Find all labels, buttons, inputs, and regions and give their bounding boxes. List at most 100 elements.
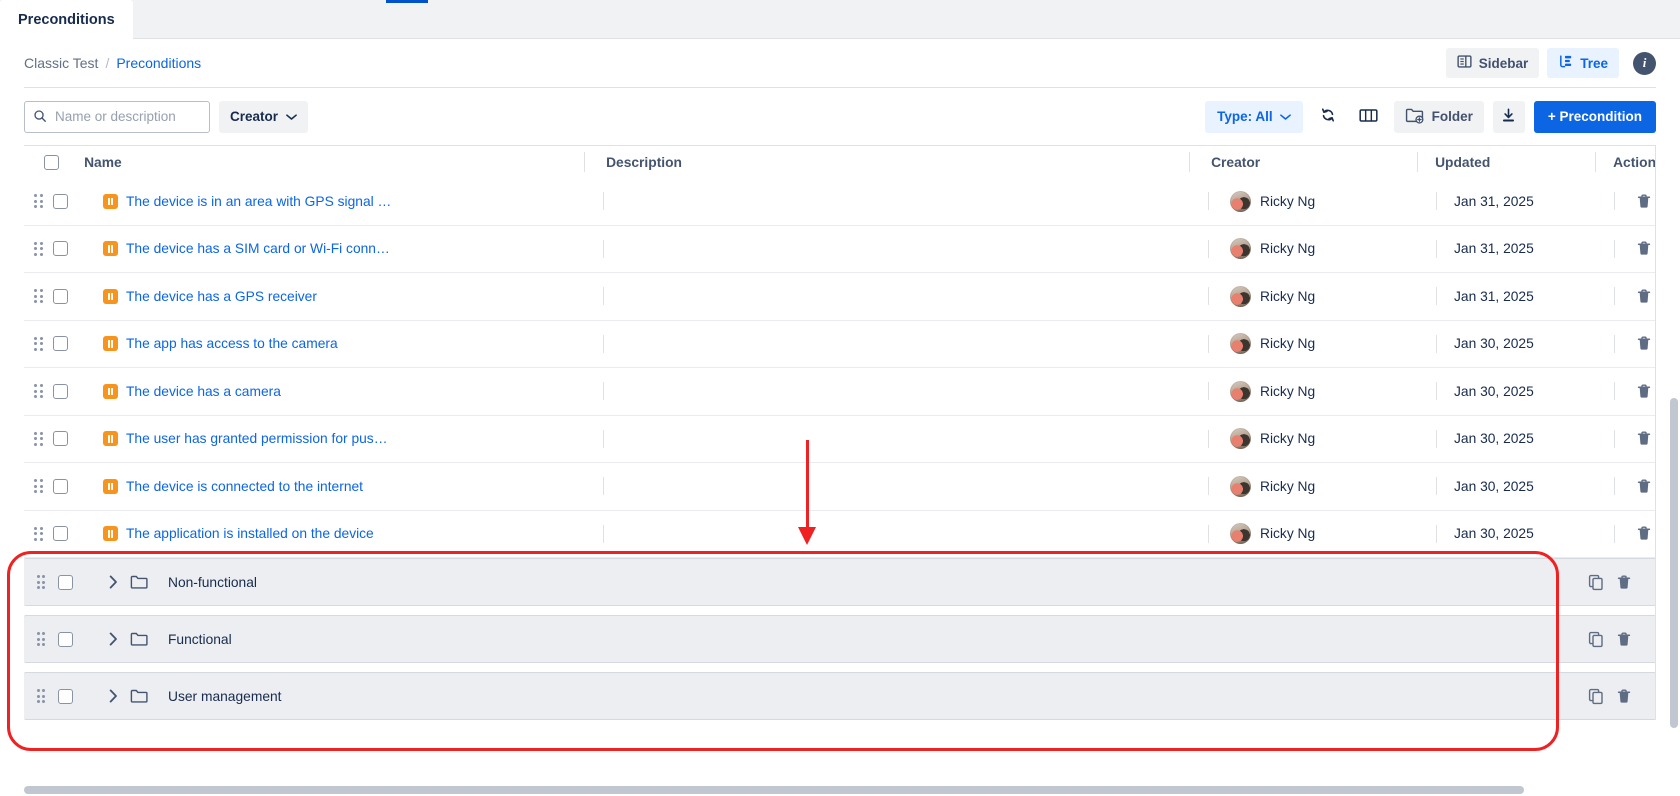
- folder-actions: [1588, 574, 1656, 591]
- copy-icon[interactable]: [1588, 688, 1604, 705]
- trash-icon[interactable]: [1632, 522, 1656, 546]
- header-updated[interactable]: Updated: [1417, 155, 1595, 170]
- drag-dots-icon[interactable]: [34, 337, 43, 351]
- breadcrumb-current[interactable]: Preconditions: [116, 55, 201, 71]
- refresh-icon: [1319, 106, 1337, 127]
- row-checkbox[interactable]: [53, 241, 68, 256]
- folder-drag-handle[interactable]: [24, 632, 58, 646]
- trash-icon[interactable]: [1632, 284, 1656, 308]
- folder-checkbox[interactable]: [58, 632, 73, 647]
- copy-icon[interactable]: [1588, 631, 1604, 648]
- folder-drag-handle[interactable]: [24, 575, 58, 589]
- drag-dots-icon[interactable]: [34, 479, 43, 493]
- row-drag-handle[interactable]: [24, 289, 53, 303]
- trash-icon[interactable]: [1632, 427, 1656, 451]
- precondition-manual-icon: [103, 289, 118, 304]
- precondition-name-link[interactable]: The user has granted permission for pus…: [126, 431, 388, 446]
- avatar: [1230, 191, 1251, 212]
- creator-filter-dropdown[interactable]: Creator: [219, 101, 308, 133]
- row-drag-handle[interactable]: [24, 479, 53, 493]
- row-checkbox[interactable]: [53, 526, 68, 541]
- row-checkbox[interactable]: [53, 384, 68, 399]
- refresh-button[interactable]: [1312, 101, 1344, 133]
- drag-dots-icon[interactable]: [34, 527, 43, 541]
- sidebar-toggle-button[interactable]: Sidebar: [1446, 48, 1540, 78]
- avatar: [1230, 428, 1251, 449]
- drag-dots-icon[interactable]: [34, 432, 43, 446]
- row-checkbox[interactable]: [53, 289, 68, 304]
- copy-icon[interactable]: [1588, 574, 1604, 591]
- folder-checkbox[interactable]: [58, 689, 73, 704]
- chevron-right-icon[interactable]: [96, 689, 130, 703]
- table-row[interactable]: The device is connected to the internet …: [24, 463, 1656, 511]
- tree-view-button[interactable]: Tree: [1547, 48, 1619, 78]
- drag-dots-icon[interactable]: [34, 384, 43, 398]
- trash-icon[interactable]: [1632, 189, 1656, 213]
- drag-dots-icon[interactable]: [34, 289, 43, 303]
- table-row[interactable]: The app has access to the camera Ricky N…: [24, 321, 1656, 369]
- table-row[interactable]: The application is installed on the devi…: [24, 511, 1656, 559]
- add-precondition-button[interactable]: + Precondition: [1534, 101, 1656, 133]
- folder-checkbox[interactable]: [58, 575, 73, 590]
- precondition-name-link[interactable]: The device has a SIM card or Wi-Fi conn…: [126, 241, 390, 256]
- header-description[interactable]: Description: [584, 155, 1189, 170]
- table-row[interactable]: The device has a SIM card or Wi-Fi conn……: [24, 226, 1656, 274]
- header-name[interactable]: Name: [66, 155, 584, 170]
- horizontal-scrollbar-thumb[interactable]: [24, 786, 1524, 794]
- precondition-name-link[interactable]: The device has a camera: [126, 384, 281, 399]
- info-circle-icon[interactable]: i: [1633, 52, 1656, 75]
- row-drag-handle[interactable]: [24, 384, 53, 398]
- trash-icon[interactable]: [1632, 237, 1656, 261]
- row-drag-handle[interactable]: [24, 432, 53, 446]
- precondition-name-link[interactable]: The device has a GPS receiver: [126, 289, 317, 304]
- updated-date: Jan 30, 2025: [1454, 479, 1534, 494]
- row-action-cell: [1614, 368, 1656, 416]
- folder-actions: [1588, 688, 1656, 705]
- precondition-name-link[interactable]: The device is in an area with GPS signal…: [126, 194, 391, 209]
- trash-icon[interactable]: [1616, 688, 1632, 705]
- trash-icon[interactable]: [1616, 574, 1632, 591]
- row-checkbox[interactable]: [53, 194, 68, 209]
- type-filter-dropdown[interactable]: Type: All: [1205, 101, 1303, 133]
- create-folder-button[interactable]: Folder: [1394, 101, 1484, 133]
- row-drag-handle[interactable]: [24, 337, 53, 351]
- table-body: The device is in an area with GPS signal…: [24, 178, 1656, 558]
- columns-button[interactable]: [1353, 101, 1385, 133]
- chevron-right-icon[interactable]: [96, 575, 130, 589]
- table-row[interactable]: The device has a GPS receiver Ricky Ng J…: [24, 273, 1656, 321]
- breadcrumb-root[interactable]: Classic Test: [24, 55, 98, 71]
- row-drag-handle[interactable]: [24, 527, 53, 541]
- drag-dots-icon[interactable]: [37, 689, 46, 703]
- search-input[interactable]: [24, 101, 210, 133]
- row-checkbox[interactable]: [53, 479, 68, 494]
- drag-dots-icon[interactable]: [34, 242, 43, 256]
- trash-icon[interactable]: [1616, 631, 1632, 648]
- trash-icon[interactable]: [1632, 332, 1656, 356]
- drag-dots-icon[interactable]: [34, 194, 43, 208]
- row-drag-handle[interactable]: [24, 242, 53, 256]
- table-row[interactable]: The device has a camera Ricky Ng Jan 30,…: [24, 368, 1656, 416]
- updated-date: Jan 30, 2025: [1454, 526, 1534, 541]
- table-row[interactable]: The device is in an area with GPS signal…: [24, 178, 1656, 226]
- folder-row[interactable]: Non-functional: [24, 558, 1656, 606]
- precondition-name-link[interactable]: The device is connected to the internet: [126, 479, 363, 494]
- folder-row[interactable]: User management: [24, 672, 1656, 720]
- chevron-right-icon[interactable]: [96, 632, 130, 646]
- trash-icon[interactable]: [1632, 379, 1656, 403]
- vertical-scrollbar-thumb[interactable]: [1670, 398, 1678, 728]
- row-drag-handle[interactable]: [24, 194, 53, 208]
- folder-row[interactable]: Functional: [24, 615, 1656, 663]
- row-checkbox[interactable]: [53, 336, 68, 351]
- row-checkbox[interactable]: [53, 431, 68, 446]
- precondition-name-link[interactable]: The app has access to the camera: [126, 336, 338, 351]
- export-button[interactable]: [1493, 101, 1525, 133]
- drag-dots-icon[interactable]: [37, 575, 46, 589]
- select-all-checkbox[interactable]: [44, 155, 59, 170]
- precondition-name-link[interactable]: The application is installed on the devi…: [126, 526, 374, 541]
- trash-icon[interactable]: [1632, 474, 1656, 498]
- table-row[interactable]: The user has granted permission for pus……: [24, 416, 1656, 464]
- header-creator[interactable]: Creator: [1189, 155, 1417, 170]
- folder-drag-handle[interactable]: [24, 689, 58, 703]
- drag-dots-icon[interactable]: [37, 632, 46, 646]
- tab-preconditions[interactable]: Preconditions: [0, 0, 133, 39]
